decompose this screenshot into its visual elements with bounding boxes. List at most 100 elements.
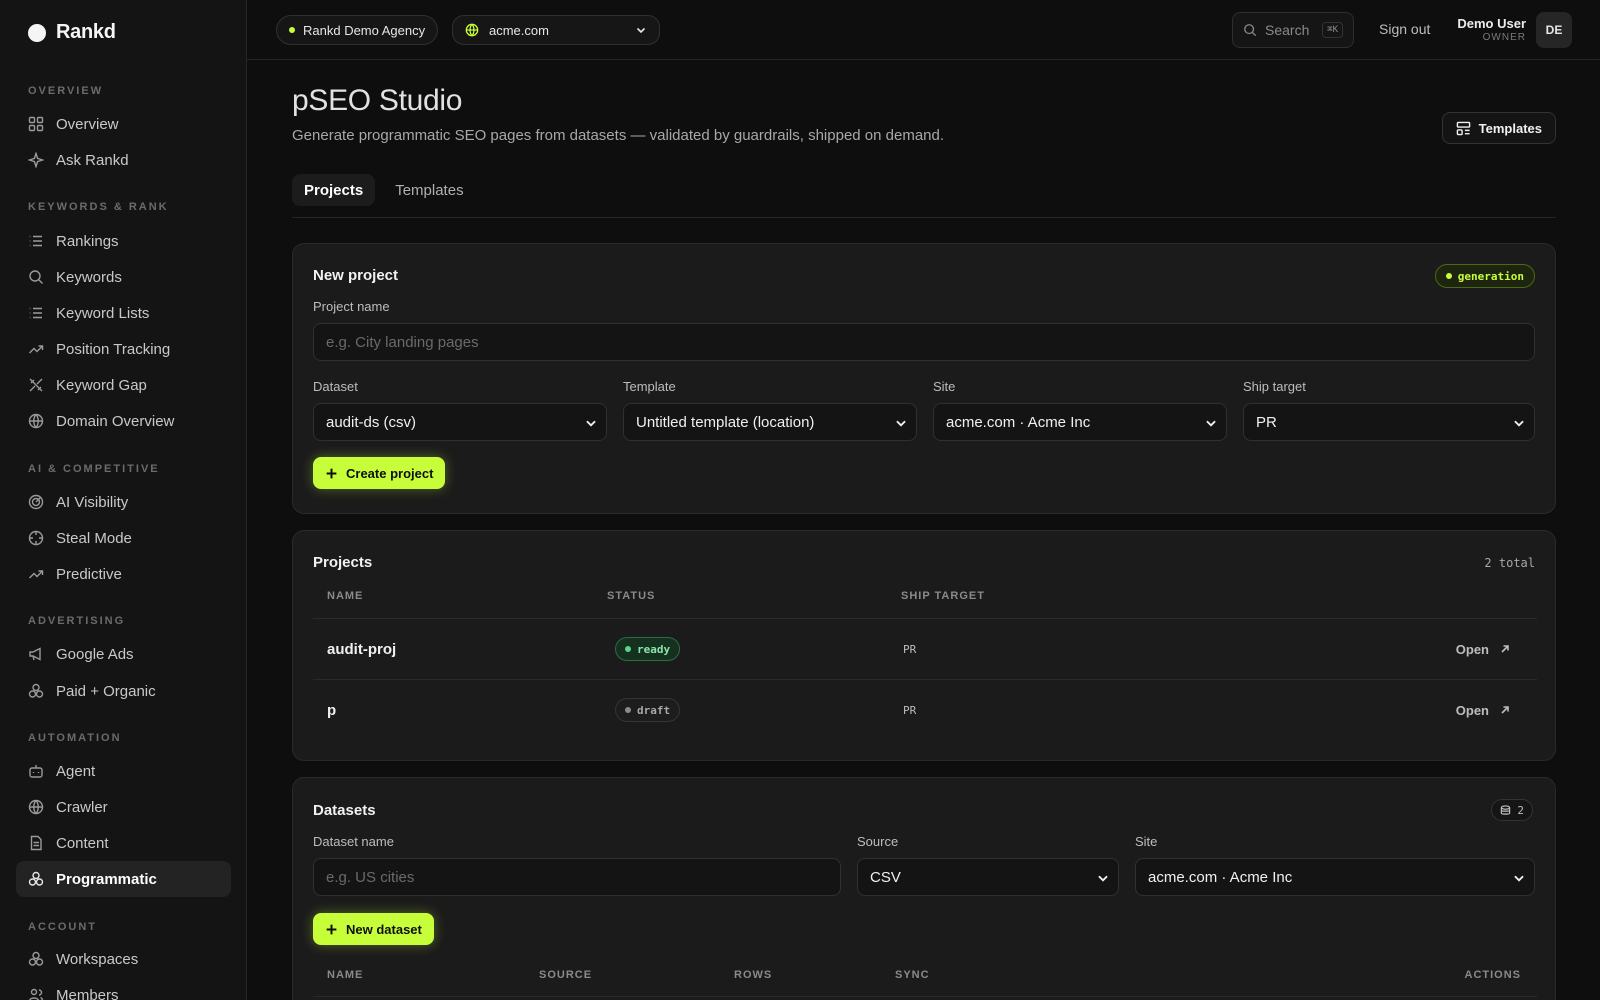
sidebar-item-label: Google Ads xyxy=(56,645,134,663)
gap-icon xyxy=(29,378,43,392)
status-badge: draft xyxy=(615,698,681,722)
chevron-down-icon xyxy=(1098,875,1108,882)
ship-target-select[interactable]: PR xyxy=(1243,403,1535,441)
plus-icon xyxy=(326,924,337,934)
column-header-rows: ROWS xyxy=(734,969,773,981)
dataset-select[interactable]: audit-ds (csv) xyxy=(313,403,607,441)
tab-projects[interactable]: Projects xyxy=(292,174,376,206)
sidebar-item-keywords[interactable]: Keywords xyxy=(16,259,231,295)
tabs: Projects Templates xyxy=(292,174,476,206)
projects-total: 2 total xyxy=(1484,556,1535,570)
sidebar-item-content[interactable]: Content xyxy=(16,825,231,861)
document-icon xyxy=(30,835,42,851)
status-label: ready xyxy=(637,642,671,656)
open-project-link[interactable]: Open xyxy=(1456,680,1511,740)
sidebar-item-workspaces[interactable]: Workspaces xyxy=(16,941,231,977)
sidebar-item-programmatic[interactable]: Programmatic xyxy=(16,861,231,897)
trend-up-icon xyxy=(29,345,44,354)
new-project-card: New project generation Project name Data… xyxy=(292,243,1556,514)
sidebar-item-ai-visibility[interactable]: AI Visibility xyxy=(16,484,231,520)
new-dataset-button[interactable]: New dataset xyxy=(313,913,434,945)
project-name-label: Project name xyxy=(313,299,390,314)
search-icon xyxy=(1244,24,1257,37)
agency-switcher[interactable]: Rankd Demo Agency xyxy=(276,15,439,45)
topbar: Rankd Demo Agency acme.com Search ⌘K Sig… xyxy=(247,0,1600,60)
table-row[interactable]: p draft PR Open xyxy=(313,679,1537,739)
site-select[interactable]: acme.com · Acme Inc xyxy=(933,403,1227,441)
sidebar-item-keyword-lists[interactable]: Keyword Lists xyxy=(16,295,231,331)
globe-icon xyxy=(28,799,44,815)
column-header-sync: SYNC xyxy=(895,969,930,981)
ship-target: PR xyxy=(903,703,917,717)
sidebar-item-position-tracking[interactable]: Position Tracking xyxy=(16,331,231,367)
dataset-site-label: Site xyxy=(1135,834,1158,849)
sidebar-item-crawler[interactable]: Crawler xyxy=(16,789,231,825)
sidebar-item-overview[interactable]: Overview xyxy=(16,106,231,142)
sidebar-item-label: AI Visibility xyxy=(56,493,129,511)
templates-button[interactable]: Templates xyxy=(1441,112,1556,144)
project-name-input[interactable] xyxy=(313,323,1535,361)
dataset-site-select[interactable]: acme.com · Acme Inc xyxy=(1135,858,1535,896)
table-row[interactable]: audit-proj ready PR Open xyxy=(313,618,1537,678)
sidebar-item-label: Programmatic xyxy=(56,870,157,888)
source-select[interactable]: CSV xyxy=(857,858,1119,896)
user-role: OWNER xyxy=(1482,32,1526,43)
sidebar-item-google-ads[interactable]: Google Ads xyxy=(16,636,231,672)
templates-button-label: Templates xyxy=(1478,120,1542,136)
site-selector[interactable]: acme.com xyxy=(452,15,660,45)
new-dataset-label: New dataset xyxy=(346,921,422,937)
status-dot-icon xyxy=(625,707,631,713)
sidebar-item-members[interactable]: Members xyxy=(16,977,231,1000)
nav-section-automation: AUTOMATION xyxy=(28,732,122,744)
sidebar-item-ask-rankd[interactable]: Ask Rankd xyxy=(16,142,231,178)
dataset-value: audit-ds (csv) xyxy=(326,413,417,431)
blocks-icon xyxy=(28,951,44,966)
sidebar-item-predictive[interactable]: Predictive xyxy=(16,556,231,592)
sidebar-item-paid-organic[interactable]: Paid + Organic xyxy=(16,673,231,709)
nav-section-ai: AI & COMPETITIVE xyxy=(28,463,160,475)
users-icon xyxy=(29,988,44,1000)
nav-section-account: ACCOUNT xyxy=(28,921,97,933)
chevron-down-icon xyxy=(636,27,646,34)
sidebar-item-label: Keyword Lists xyxy=(56,304,150,322)
sidebar-item-keyword-gap[interactable]: Keyword Gap xyxy=(16,367,231,403)
brand-logo[interactable]: Rankd xyxy=(28,21,116,44)
radar-icon xyxy=(28,494,44,510)
sidebar-item-label: Position Tracking xyxy=(56,340,171,358)
status-label: draft xyxy=(637,703,671,717)
dataset-name-input[interactable] xyxy=(313,858,841,896)
create-project-button[interactable]: Create project xyxy=(313,457,446,489)
template-select[interactable]: Untitled template (location) xyxy=(623,403,917,441)
card-title: Datasets xyxy=(313,802,376,819)
trend-up-icon xyxy=(29,570,44,579)
datasets-card: Datasets 2 Dataset name Source CSV Site … xyxy=(292,777,1556,1000)
sidebar-item-domain-overview[interactable]: Domain Overview xyxy=(16,403,231,439)
dataset-label: Dataset xyxy=(313,379,358,394)
plus-icon xyxy=(326,468,337,478)
brand-name: Rankd xyxy=(56,21,116,43)
search-button[interactable]: Search ⌘K xyxy=(1232,12,1354,48)
template-value: Untitled template (location) xyxy=(636,413,815,431)
sign-out-link[interactable]: Sign out xyxy=(1379,21,1430,37)
page-title: pSEO Studio xyxy=(292,84,463,117)
grid-icon xyxy=(28,116,44,132)
external-link-icon xyxy=(1501,645,1509,653)
sidebar-item-label: Ask Rankd xyxy=(56,151,129,169)
tab-templates[interactable]: Templates xyxy=(383,174,475,206)
chevron-down-icon xyxy=(1514,420,1524,427)
project-name: p xyxy=(327,701,337,719)
avatar[interactable]: DE xyxy=(1536,12,1572,48)
layout-icon xyxy=(1456,121,1470,135)
open-project-link[interactable]: Open xyxy=(1456,619,1511,679)
ship-target-label: Ship target xyxy=(1243,379,1306,394)
sidebar-item-rankings[interactable]: Rankings xyxy=(16,223,231,259)
database-icon xyxy=(1501,804,1511,815)
external-link-icon xyxy=(1501,706,1509,714)
nav-section-keywords: KEYWORDS & RANK xyxy=(28,201,169,213)
status-dot-icon xyxy=(1445,273,1452,279)
sidebar-item-label: Domain Overview xyxy=(56,412,175,430)
sidebar-item-steal-mode[interactable]: Steal Mode xyxy=(16,520,231,556)
search-label: Search xyxy=(1265,22,1310,38)
sidebar-item-agent[interactable]: Agent xyxy=(16,753,231,789)
template-label: Template xyxy=(623,379,676,394)
